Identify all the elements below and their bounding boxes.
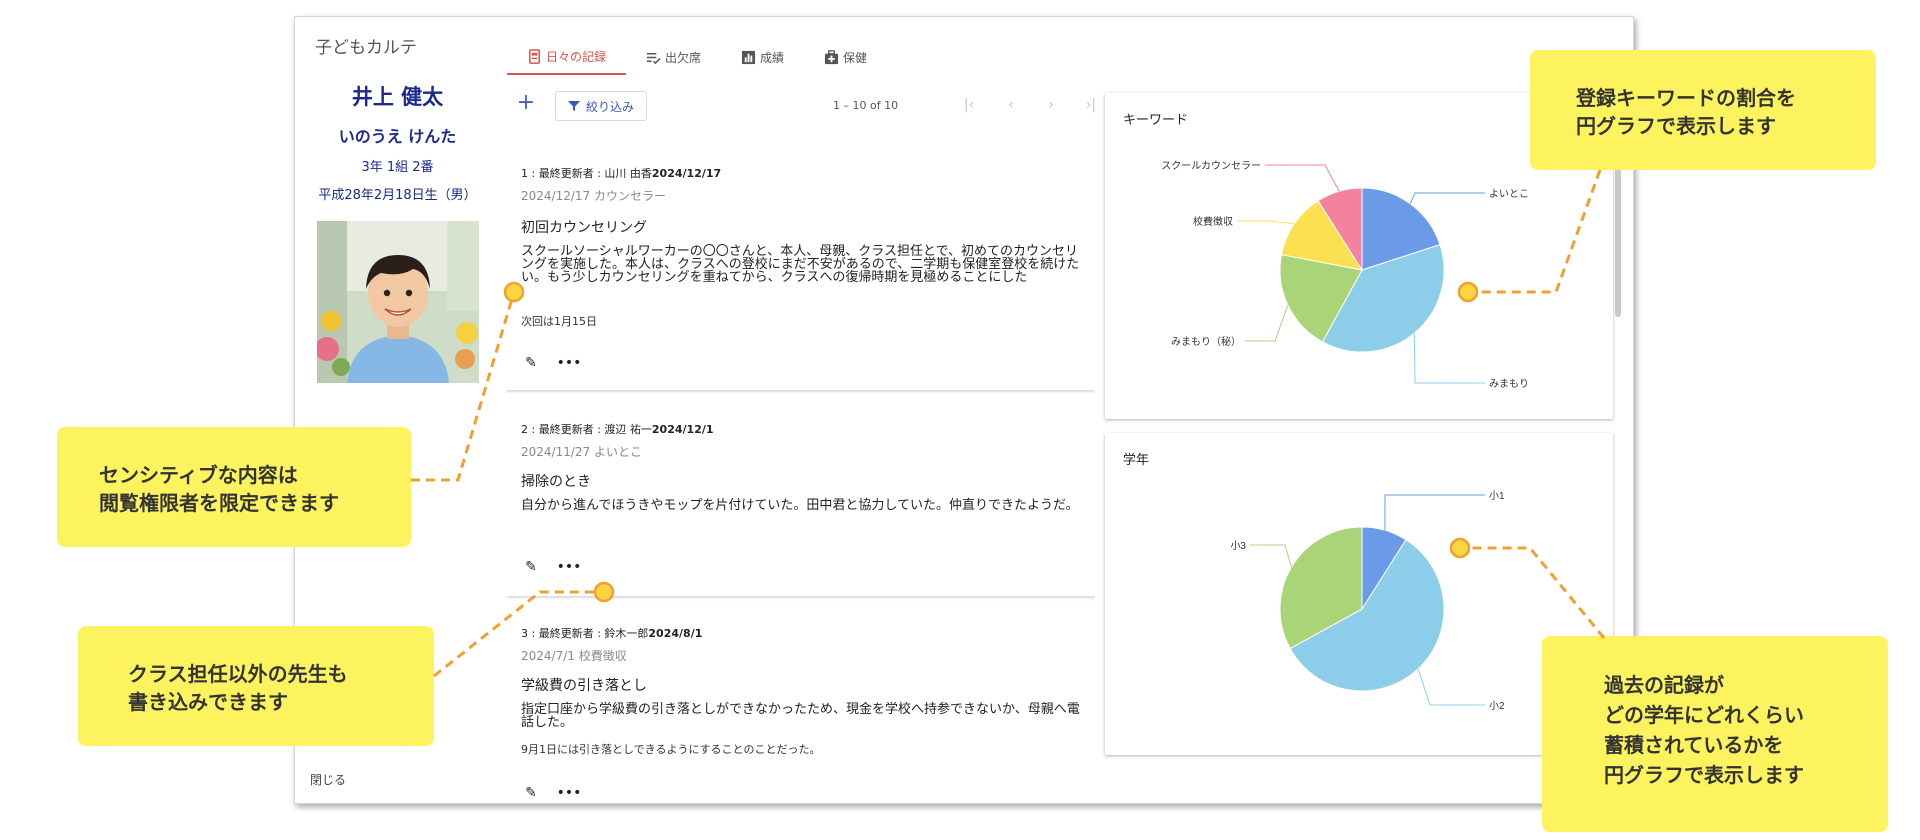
student-birthdate: 平成28年2月18日生（男） xyxy=(318,188,477,203)
keyword-chart-title: キーワード xyxy=(1123,113,1189,128)
tab-bar: 日々の記録 出欠席 成績 保健 xyxy=(507,39,887,75)
app-window: 子どもカルテ 井上 健太 いのうえ けんた 3年 1組 2番 平成28年2月18… xyxy=(294,16,1634,804)
record-title: 学級費の引き落とし xyxy=(521,678,647,694)
callout-keyword-pie: 登録キーワードの割合を 円グラフで表示します xyxy=(1530,50,1876,170)
edit-icon[interactable]: ✎ xyxy=(523,785,539,797)
record-note: 9月1日には引き落としできるようにすることのことだった。 xyxy=(521,743,821,756)
pie-leader-line xyxy=(1265,164,1340,192)
pie-label: みまもり（秘） xyxy=(1171,335,1241,348)
pie-leader-line xyxy=(1245,304,1289,342)
record-actions: ✎ ••• xyxy=(523,559,582,575)
close-link[interactable]: 閉じる xyxy=(310,771,346,788)
filter-label: 絞り込み xyxy=(586,99,635,114)
record-body: 指定口座から学級費の引き落としができなかったため、現金を学校へ持参できないか、母… xyxy=(521,702,1080,730)
scrollbar[interactable] xyxy=(1615,157,1621,317)
pie-leader-line xyxy=(1237,220,1295,225)
pie-leader-line xyxy=(1409,192,1485,204)
list-check-icon xyxy=(646,52,661,64)
tab-attendance[interactable]: 出欠席 xyxy=(626,39,721,75)
record-card: 2 : 最終更新者 : 渡辺 祐一2024/12/1 2024/11/27 よい… xyxy=(507,399,1095,597)
tab-label: 出欠席 xyxy=(665,50,702,65)
record-title: 初回カウンセリング xyxy=(521,220,647,236)
pie-leader-line xyxy=(1384,494,1485,531)
pie-leader-line xyxy=(1250,544,1292,568)
filter-button[interactable]: 絞り込み xyxy=(555,91,648,121)
more-icon[interactable]: ••• xyxy=(557,355,582,371)
record-updater: 1 : 最終更新者 : 山川 由香2024/12/17 xyxy=(521,167,722,180)
tab-label: 成績 xyxy=(760,50,785,65)
record-card: 3 : 最終更新者 : 鈴木一郎2024/8/1 2024/7/1 校費徴収 学… xyxy=(507,605,1095,797)
record-actions: ✎ ••• xyxy=(523,785,582,797)
record-date-keyword: 2024/12/17 カウンセラー xyxy=(521,189,666,203)
pie-label: よいとこ xyxy=(1489,188,1529,200)
tab-health[interactable]: 保健 xyxy=(804,39,887,75)
notebook-icon xyxy=(529,48,540,64)
edit-icon[interactable]: ✎ xyxy=(523,559,539,575)
record-title: 掃除のとき xyxy=(521,474,591,490)
student-photo xyxy=(317,221,479,383)
record-note: 次回は1月15日 xyxy=(521,315,597,328)
pie-leader-line xyxy=(1417,668,1485,706)
record-updater: 3 : 最終更新者 : 鈴木一郎2024/8/1 xyxy=(521,627,703,640)
medical-kit-icon xyxy=(824,49,839,64)
pie-label: スクールカウンセラー xyxy=(1161,160,1261,172)
next-page-button[interactable]: › xyxy=(1041,95,1061,115)
tab-grades[interactable]: 成績 xyxy=(721,39,804,75)
callout-sensitive: センシティブな内容は 閲覧権限者を限定できます xyxy=(57,427,411,547)
record-date-keyword: 2024/7/1 校費徴収 xyxy=(521,649,627,663)
record-list: 1 : 最終更新者 : 山川 由香2024/12/17 2024/12/17 カ… xyxy=(507,137,1095,797)
edit-icon[interactable]: ✎ xyxy=(523,355,539,371)
first-page-button[interactable]: |‹ xyxy=(959,95,979,115)
pie-label: 小2 xyxy=(1489,700,1505,712)
pie-leader-line xyxy=(1413,333,1485,384)
pagination-range: 1 – 10 of 10 xyxy=(833,99,899,112)
record-card: 1 : 最終更新者 : 山川 由香2024/12/17 2024/12/17 カ… xyxy=(507,137,1095,391)
record-body: スクールソーシャルワーカーの〇〇さんと、本人、母親、クラス担任とで、初めてのカウ… xyxy=(521,244,1080,285)
pie-label: 小3 xyxy=(1230,540,1246,552)
callout-grade-pie: 過去の記録が どの学年にどれくらい 蓄積されているかを 円グラフで表示します xyxy=(1542,636,1888,832)
record-actions: ✎ ••• xyxy=(523,355,582,371)
student-class: 3年 1組 2番 xyxy=(361,160,434,175)
record-updater: 2 : 最終更新者 : 渡辺 祐一2024/12/1 xyxy=(521,423,714,436)
last-page-button[interactable]: ›| xyxy=(1081,95,1101,115)
pie-label: 校費徴収 xyxy=(1193,215,1233,228)
tab-label: 日々の記録 xyxy=(546,49,607,64)
add-record-button[interactable]: + xyxy=(513,91,539,117)
record-body: 自分から進んでほうきやモップを片付けていた。田中君と協力していた。仲直りできたよ… xyxy=(521,498,1079,513)
tab-label: 保健 xyxy=(843,50,868,65)
app-title: 子どもカルテ xyxy=(315,38,417,58)
grade-pie-chart: 小1 小2 小3 xyxy=(1230,490,1505,712)
records-toolbar: + 絞り込み 1 – 10 of 10 |‹ ‹ › ›| xyxy=(507,89,1096,123)
more-icon[interactable]: ••• xyxy=(557,785,582,797)
tab-daily-records[interactable]: 日々の記録 xyxy=(507,39,627,75)
filter-icon xyxy=(568,101,580,111)
student-name: 井上 健太 xyxy=(351,85,444,109)
grade-chart-title: 学年 xyxy=(1123,453,1150,468)
pie-label: みまもり xyxy=(1489,378,1529,390)
student-name-kana: いのうえ けんた xyxy=(338,127,457,146)
callout-other-teachers: クラス担任以外の先生も 書き込みできます xyxy=(78,626,434,746)
more-icon[interactable]: ••• xyxy=(557,559,582,575)
record-date-keyword: 2024/11/27 よいとこ xyxy=(521,445,642,459)
grade-chart-card: 学年 小1 小2 小3 xyxy=(1105,433,1613,755)
bar-chart-icon xyxy=(741,50,756,64)
prev-page-button[interactable]: ‹ xyxy=(1001,95,1021,115)
pie-label: 小1 xyxy=(1489,490,1505,502)
